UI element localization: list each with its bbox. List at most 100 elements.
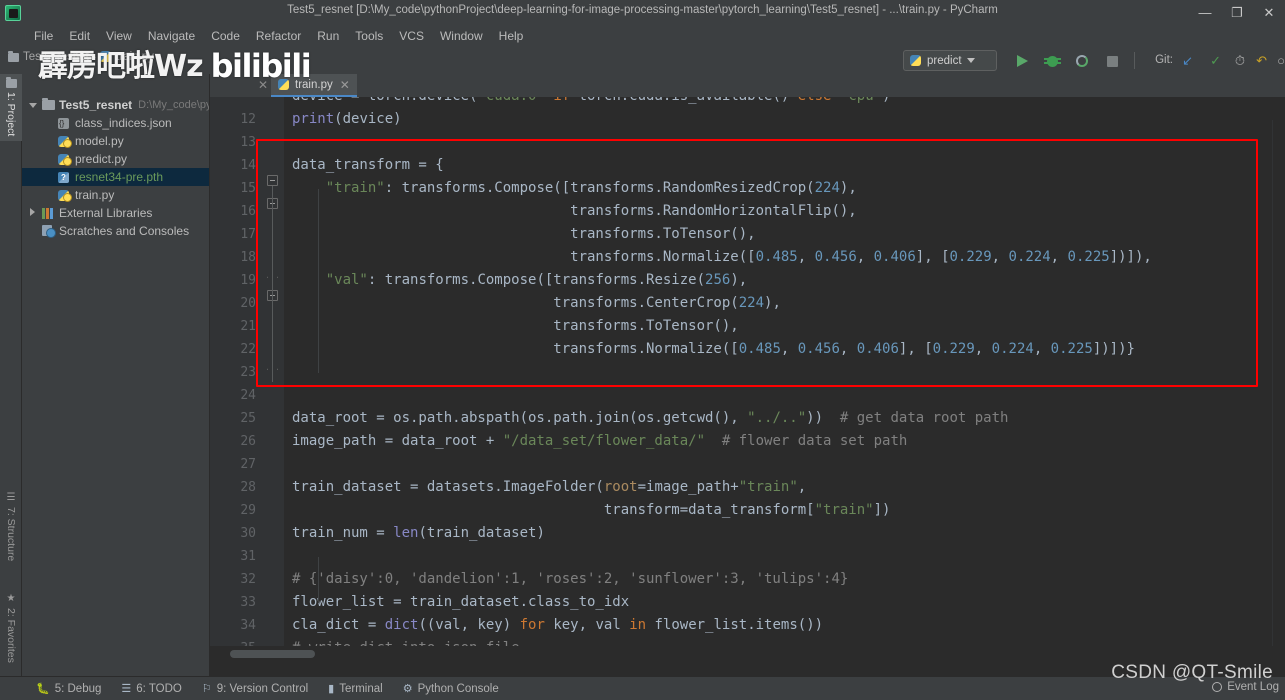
sidebar-item-structure[interactable]: ☰ 7: Structure [0,487,22,566]
line-number-18[interactable]: 18 [240,246,256,269]
line-number-24[interactable]: 24 [240,384,256,407]
line-number-26[interactable]: 26 [240,430,256,453]
line-number-30[interactable]: 30 [240,522,256,545]
tree-item-scratches-and-consoles[interactable]: Scratches and Consoles [22,222,209,240]
code-line-32[interactable]: # {'daisy':0, 'dandelion':1, 'roses':2, … [292,568,848,591]
chevron-down-icon[interactable] [28,100,38,110]
status-label-python-console: Python Console [417,682,499,695]
menu-window[interactable]: Window [432,27,491,46]
commit-icon[interactable]: ✓ [1210,53,1221,69]
status-item-version-control[interactable]: ⚐ 9: Version Control [192,677,318,700]
line-number-28[interactable]: 28 [240,476,256,499]
sidebar-item-project[interactable]: 1: Project [0,74,22,142]
code-line-21[interactable]: transforms.ToTensor(), [292,315,738,338]
line-number-32[interactable]: 32 [240,568,256,591]
status-item-python-console[interactable]: ⚙ Python Console [393,677,509,700]
code-line-16[interactable]: transforms.RandomHorizontalFlip(), [292,200,857,223]
run-configuration-selector[interactable]: predict [903,50,997,71]
line-number-19[interactable]: 19 [240,269,256,292]
coverage-button[interactable] [1073,52,1091,70]
breadcrumb-file[interactable]: train.py [116,51,154,63]
line-number-20[interactable]: 20 [240,292,256,315]
code-line-20[interactable]: transforms.CenterCrop(224), [292,292,781,315]
code-line-14[interactable]: data_transform = { [292,154,444,177]
horizontal-scrollbar[interactable] [210,646,1285,661]
fold-marker-line14[interactable] [267,175,278,186]
line-number-23[interactable]: 23 [240,361,256,384]
maximize-button[interactable]: ❐ [1221,0,1253,25]
breadcrumb-project[interactable]: Test5_resnet [23,51,89,63]
line-number-27[interactable]: 27 [240,453,256,476]
code-line-11[interactable]: device = torch.device("cuda:0" if torch.… [292,97,891,108]
code-line-15[interactable]: "train": transforms.Compose([transforms.… [292,177,857,200]
code-line-26[interactable]: image_path = data_root + "/data_set/flow… [292,430,907,453]
rollback-icon[interactable]: ↶ [1256,53,1267,69]
code-line-22[interactable]: transforms.Normalize([0.485, 0.456, 0.40… [292,338,1135,361]
tree-item-train-py[interactable]: train.py [22,186,209,204]
code-line-28[interactable]: train_dataset = datasets.ImageFolder(roo… [292,476,806,499]
source-code[interactable]: device = torch.device("cuda:0" if torch.… [284,97,1285,661]
line-number-31[interactable]: 31 [240,545,256,568]
status-item-debug[interactable]: 🐛 5: Debug [26,677,111,700]
code-line-33[interactable]: flower_list = train_dataset.class_to_idx [292,591,629,614]
minimize-button[interactable]: — [1189,0,1221,25]
run-button[interactable] [1013,52,1031,70]
code-line-25[interactable]: data_root = os.path.abspath(os.path.join… [292,407,1008,430]
menu-run[interactable]: Run [309,27,347,46]
close-icon[interactable]: ✕ [340,78,350,92]
line-number-21[interactable]: 21 [240,315,256,338]
menu-file[interactable]: File [26,27,61,46]
scrollbar-thumb[interactable] [230,650,315,658]
line-number-14[interactable]: 14 [240,154,256,177]
line-number-34[interactable]: 34 [240,614,256,637]
sidebar-item-favorites[interactable]: ★ 2: Favorites [0,588,22,668]
tree-item-resnet34-pre-pth[interactable]: resnet34-pre.pth [22,168,209,186]
menu-edit[interactable]: Edit [61,27,98,46]
status-label-todo: 6: TODO [136,682,182,695]
debug-icon: 🐛 [36,683,50,695]
menu-tools[interactable]: Tools [347,27,391,46]
stop-button[interactable] [1103,52,1121,70]
code-line-34[interactable]: cla_dict = dict((val, key) for key, val … [292,614,823,637]
line-number-15[interactable]: 15 [240,177,256,200]
close-button[interactable]: ✕ [1253,0,1285,25]
search-icon[interactable]: ○ [1277,53,1285,68]
line-number-22[interactable]: 22 [240,338,256,361]
line-number-13[interactable]: 13 [240,131,256,154]
menu-vcs[interactable]: VCS [391,27,432,46]
menu-help[interactable]: Help [491,27,532,46]
debug-button[interactable] [1043,52,1061,70]
event-log-button[interactable]: Event Log [1212,681,1279,693]
tree-item-external-libraries[interactable]: External Libraries [22,204,209,222]
tree-item-test5-resnet[interactable]: Test5_resnet D:\My_code\pytho [22,96,209,114]
line-number-33[interactable]: 33 [240,591,256,614]
indent-guide [318,189,319,373]
tree-item-predict-py[interactable]: predict.py [22,150,209,168]
status-item-terminal[interactable]: ▮ Terminal [318,677,393,700]
menu-code[interactable]: Code [203,27,248,46]
code-line-30[interactable]: train_num = len(train_dataset) [292,522,545,545]
code-line-17[interactable]: transforms.ToTensor(), [292,223,755,246]
menu-navigate[interactable]: Navigate [140,27,203,46]
line-number-25[interactable]: 25 [240,407,256,430]
line-number-29[interactable]: 29 [240,499,256,522]
menu-view[interactable]: View [98,27,140,46]
tree-item-class-indices-json[interactable]: class_indices.json [22,114,209,132]
line-number-17[interactable]: 17 [240,223,256,246]
line-number-12[interactable]: 12 [240,108,256,131]
marker-bar[interactable] [1272,120,1285,661]
menu-refactor[interactable]: Refactor [248,27,309,46]
chevron-right-icon[interactable] [28,208,38,218]
code-line-19[interactable]: "val": transforms.Compose([transforms.Re… [292,269,747,292]
code-line-29[interactable]: transform=data_transform["train"]) [292,499,891,522]
status-item-todo[interactable]: ☰ 6: TODO [111,677,191,700]
code-line-18[interactable]: transforms.Normalize([0.485, 0.456, 0.40… [292,246,1152,269]
line-number-16[interactable]: 16 [240,200,256,223]
code-editor[interactable]: 12 13 14 15 16 17 18 19 20 21 22 23 24 25 26 27 28 29 30 31… [210,97,1285,661]
update-project-icon[interactable]: ↙ [1182,53,1193,69]
code-line-12[interactable]: print(device) [292,108,402,131]
tab-train-py[interactable]: train.py ✕ [271,74,357,97]
history-icon[interactable]: ⏱ [1235,53,1245,69]
tree-item-model-py[interactable]: model.py [22,132,209,150]
prev-tab-close-icon[interactable]: ✕ [258,78,268,92]
